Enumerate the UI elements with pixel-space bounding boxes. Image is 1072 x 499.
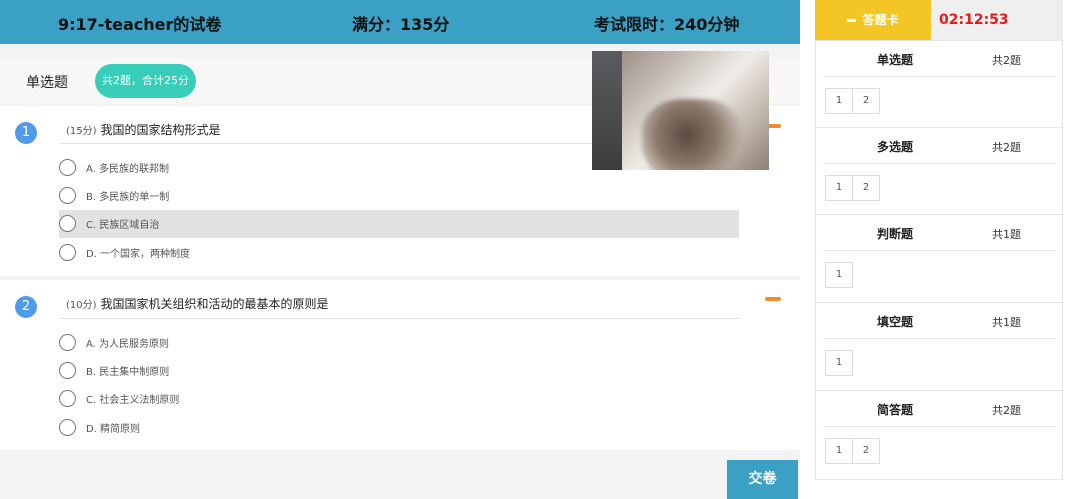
question-points: (10分) bbox=[66, 300, 97, 311]
option-label: B. 民主集中制原则 bbox=[86, 367, 170, 378]
question-nav-item[interactable]: 2 bbox=[852, 438, 880, 464]
category-divider bbox=[823, 338, 1056, 339]
question-number: 2 bbox=[15, 296, 37, 318]
total-score: 满分：135分 bbox=[352, 15, 450, 34]
category-count: 共2题 bbox=[992, 404, 1021, 417]
answer-option-selected[interactable]: C. 民族区域自治 bbox=[59, 210, 739, 238]
answer-option[interactable]: D. 精简原则 bbox=[59, 414, 739, 442]
answer-option[interactable]: C. 社会主义法制原则 bbox=[59, 385, 739, 413]
answer-option[interactable]: B. 民主集中制原则 bbox=[59, 357, 739, 385]
category-count: 共1题 bbox=[992, 316, 1021, 329]
category-name: 判断题 bbox=[877, 227, 914, 241]
question-card: 2 (10分) 我国国家机关组织和活动的最基本的原则是 A. 为人民服务原则 B.… bbox=[0, 280, 800, 450]
question-nav-item[interactable]: 1 bbox=[825, 262, 853, 288]
question-nav-item[interactable]: 1 bbox=[825, 350, 853, 376]
question-stem: 我国国家机关组织和活动的最基本的原则是 bbox=[100, 297, 329, 311]
answer-option[interactable]: D. 一个国家，两种制度 bbox=[59, 239, 739, 267]
minus-icon bbox=[847, 19, 857, 22]
webcam-preview bbox=[592, 51, 769, 170]
category-name: 填空题 bbox=[877, 315, 914, 329]
mark-question-icon[interactable] bbox=[765, 297, 781, 301]
radio-button[interactable] bbox=[59, 187, 76, 204]
category-divider bbox=[823, 426, 1056, 427]
question-nav-item[interactable]: 1 bbox=[825, 175, 853, 201]
option-label: D. 一个国家，两种制度 bbox=[86, 249, 191, 260]
countdown-timer: 02:12:53 bbox=[931, 0, 1063, 40]
radio-button[interactable] bbox=[59, 244, 76, 261]
question-nav-item[interactable]: 1 bbox=[825, 438, 853, 464]
webcam-person-blur bbox=[642, 99, 742, 170]
section-name: 单选题 bbox=[26, 75, 68, 91]
category-divider bbox=[823, 76, 1056, 77]
answer-card-category: 多选题 共2题 1 2 bbox=[815, 127, 1063, 215]
radio-button[interactable] bbox=[59, 215, 76, 232]
webcam-background bbox=[592, 51, 622, 170]
question-nav-item[interactable]: 2 bbox=[852, 88, 880, 114]
section-summary-badge: 共2题，合计25分 bbox=[95, 64, 196, 98]
category-name: 单选题 bbox=[877, 53, 914, 67]
question-nav-item[interactable]: 1 bbox=[825, 88, 853, 114]
option-label: A. 为人民服务原则 bbox=[86, 339, 170, 350]
category-name: 简答题 bbox=[877, 403, 914, 417]
category-count: 共2题 bbox=[992, 54, 1021, 67]
radio-button[interactable] bbox=[59, 159, 76, 176]
category-name: 多选题 bbox=[877, 140, 914, 154]
category-count: 共1题 bbox=[992, 228, 1021, 241]
question-text: (15分) 我国的国家结构形式是 bbox=[66, 121, 221, 138]
category-count: 共2题 bbox=[992, 141, 1021, 154]
answer-card-label: 答题卡 bbox=[862, 13, 899, 27]
radio-button[interactable] bbox=[59, 334, 76, 351]
answer-card-category: 简答题 共2题 1 2 bbox=[815, 390, 1063, 478]
option-label: B. 多民族的单一制 bbox=[86, 192, 170, 203]
radio-button[interactable] bbox=[59, 362, 76, 379]
footer-bar bbox=[0, 455, 800, 499]
answer-option[interactable]: B. 多民族的单一制 bbox=[59, 182, 739, 210]
answer-card-category: 单选题 共2题 1 2 bbox=[815, 40, 1063, 128]
time-limit: 考试限时：240分钟 bbox=[594, 15, 740, 34]
option-label: D. 精简原则 bbox=[86, 424, 141, 435]
answer-card-category: 填空题 共1题 1 bbox=[815, 302, 1063, 390]
question-nav-item[interactable]: 2 bbox=[852, 175, 880, 201]
answer-card-tab[interactable]: 答题卡 bbox=[815, 0, 931, 40]
option-label: C. 社会主义法制原则 bbox=[86, 395, 180, 406]
exam-panel: 9:17-teacher的试卷 满分：135分 考试限时：240分钟 单选题 共… bbox=[0, 0, 800, 499]
answer-card-category: 判断题 共1题 1 bbox=[815, 214, 1063, 302]
question-text: (10分) 我国国家机关组织和活动的最基本的原则是 bbox=[66, 295, 329, 312]
option-label: C. 民族区域自治 bbox=[86, 220, 160, 231]
radio-button[interactable] bbox=[59, 419, 76, 436]
question-divider bbox=[60, 318, 740, 319]
category-divider bbox=[823, 250, 1056, 251]
radio-button[interactable] bbox=[59, 390, 76, 407]
exam-header: 9:17-teacher的试卷 满分：135分 考试限时：240分钟 bbox=[0, 0, 800, 44]
exam-title: 9:17-teacher的试卷 bbox=[58, 15, 222, 34]
question-number: 1 bbox=[15, 122, 37, 144]
submit-button[interactable]: 交卷 bbox=[727, 460, 798, 499]
question-points: (15分) bbox=[66, 126, 97, 137]
option-label: A. 多民族的联邦制 bbox=[86, 164, 170, 175]
category-divider bbox=[823, 163, 1056, 164]
question-stem: 我国的国家结构形式是 bbox=[100, 123, 221, 137]
answer-option[interactable]: A. 为人民服务原则 bbox=[59, 329, 739, 357]
